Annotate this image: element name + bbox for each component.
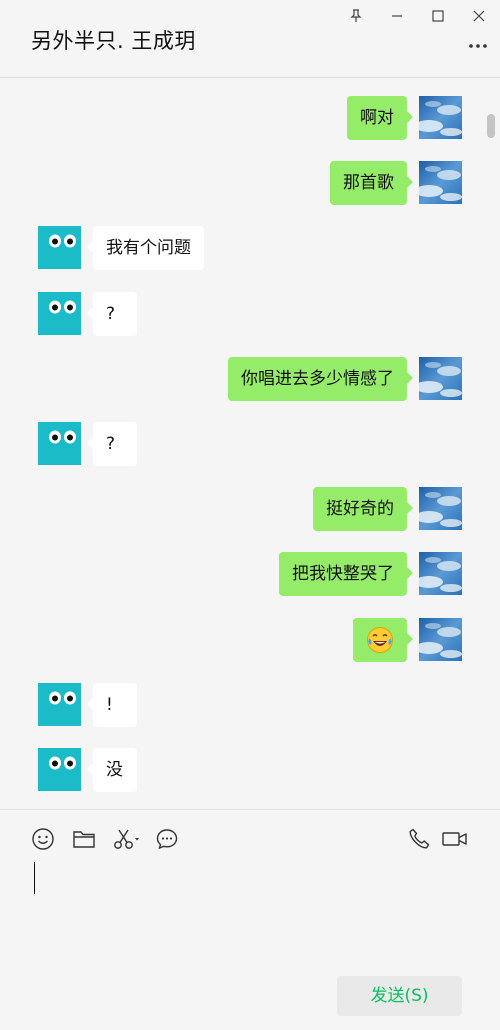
message-text: 啊对	[360, 108, 394, 128]
message-row: 我有个问题	[0, 226, 500, 272]
text-caret	[34, 862, 35, 894]
minimize-icon[interactable]	[384, 3, 410, 29]
message-bubble[interactable]: 把我快整哭了	[279, 552, 413, 597]
message-row: 没	[0, 748, 500, 794]
message-text: 我有个问题	[106, 238, 191, 259]
message-bubble[interactable]	[353, 617, 413, 662]
message-row: 挺好奇的	[0, 487, 500, 533]
message-bubble[interactable]: ?	[87, 291, 137, 336]
message-bubble[interactable]: 你唱进去多少情感了	[228, 356, 413, 401]
message-bubble[interactable]: !	[87, 682, 137, 727]
contact-avatar[interactable]	[38, 682, 81, 726]
message-text: 挺好奇的	[326, 499, 394, 520]
message-text: 那首歌	[343, 173, 394, 194]
message-bubble[interactable]: 没	[87, 748, 137, 792]
message-row: 那首歌	[0, 161, 500, 207]
message-bubble[interactable]: 我有个问题	[87, 226, 204, 271]
message-bubble[interactable]: 那首歌	[330, 161, 413, 206]
chat-bubble-icon[interactable]	[154, 826, 180, 852]
emoji-icon[interactable]	[30, 826, 56, 852]
message-row: 把我快整哭了	[0, 552, 500, 598]
message-list[interactable]: 啊对那首歌我有个问题? 你唱进去多少情感了? 挺好奇的把我快整哭了! 没	[0, 79, 500, 809]
contact-avatar[interactable]	[38, 748, 81, 791]
my-avatar[interactable]	[419, 356, 462, 400]
message-text: !	[106, 694, 113, 715]
folder-icon[interactable]	[71, 826, 97, 852]
my-avatar[interactable]	[419, 552, 462, 596]
contact-avatar[interactable]	[38, 226, 81, 270]
message-row: 你唱进去多少情感了	[0, 356, 500, 403]
message-row: !	[0, 682, 500, 729]
my-avatar[interactable]	[419, 161, 462, 205]
my-avatar[interactable]	[419, 96, 462, 139]
message-row	[0, 617, 500, 664]
laughing-tears-emoji-icon	[367, 626, 393, 653]
message-text: ?	[106, 434, 116, 454]
message-bubble[interactable]: 挺好奇的	[313, 487, 413, 532]
video-icon[interactable]	[441, 826, 469, 852]
chat-title: 另外半只. 王成玥	[31, 29, 196, 53]
message-input[interactable]	[30, 860, 470, 970]
contact-avatar[interactable]	[38, 422, 81, 465]
phone-icon[interactable]	[406, 826, 432, 852]
message-row: 啊对	[0, 96, 500, 142]
send-button[interactable]: 发送(S)	[337, 976, 462, 1016]
message-text: 把我快整哭了	[292, 564, 394, 585]
close-icon[interactable]	[466, 3, 492, 29]
message-text: 没	[106, 760, 123, 780]
pin-icon[interactable]	[343, 3, 369, 29]
my-avatar[interactable]	[419, 617, 462, 661]
chat-header: 另外半只. 王成玥	[0, 0, 500, 78]
scissors-icon[interactable]	[112, 826, 142, 852]
contact-avatar[interactable]	[38, 291, 81, 335]
my-avatar[interactable]	[419, 487, 462, 531]
message-row: ?	[0, 422, 500, 468]
message-text: ?	[106, 303, 116, 324]
message-row: ?	[0, 291, 500, 338]
maximize-icon[interactable]	[425, 3, 451, 29]
input-area: 发送(S)	[0, 809, 500, 1030]
message-bubble[interactable]: 啊对	[347, 96, 413, 140]
message-bubble[interactable]: ?	[87, 422, 137, 466]
message-text: 你唱进去多少情感了	[241, 368, 394, 389]
more-icon[interactable]	[466, 34, 490, 58]
